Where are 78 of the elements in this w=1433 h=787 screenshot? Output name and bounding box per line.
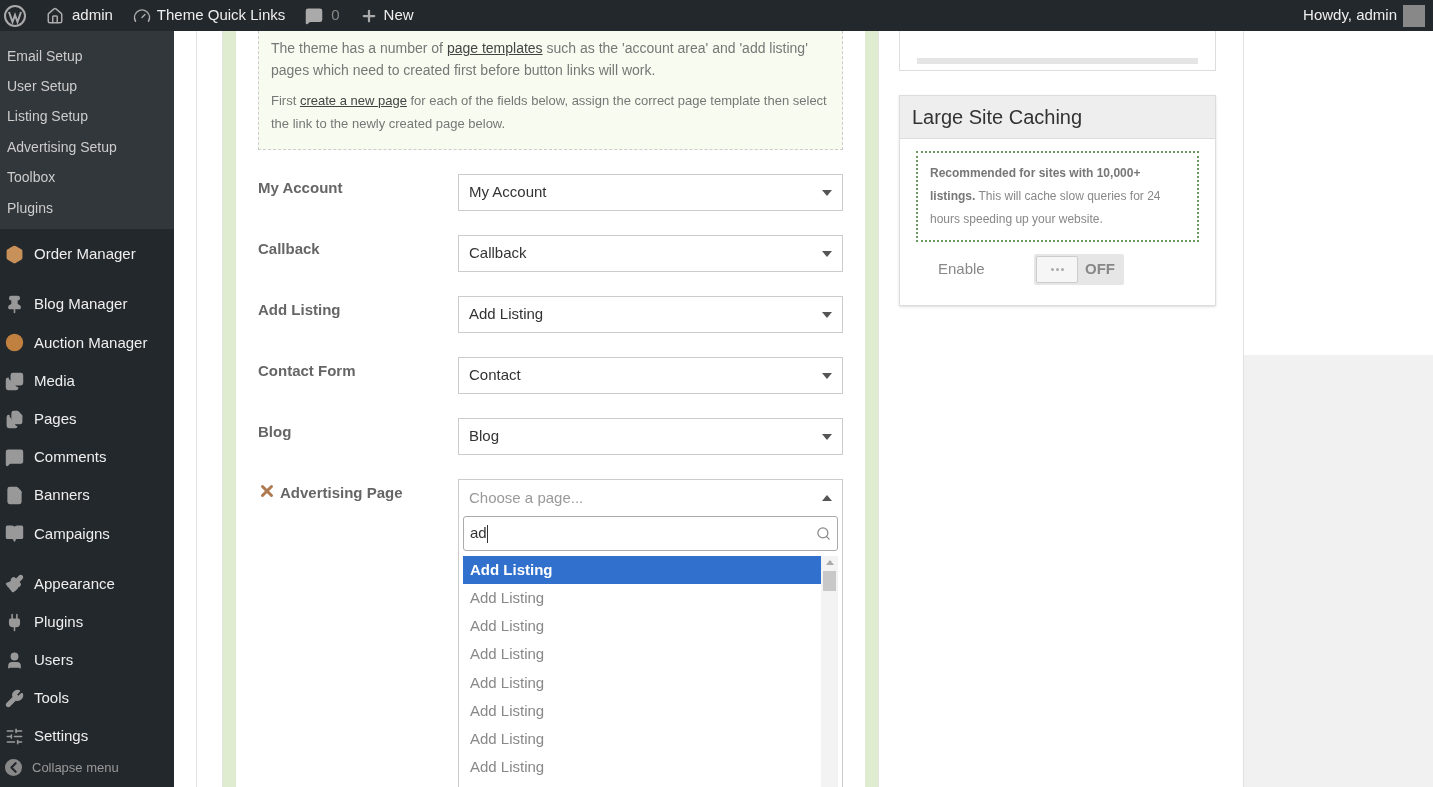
paintbrush-icon	[5, 574, 24, 594]
menu-item[interactable]: Order Manager	[0, 235, 174, 274]
page-select[interactable]: Blog	[458, 418, 843, 455]
dropdown-option[interactable]: Add Listing	[463, 696, 821, 726]
scrollbar-thumb[interactable]	[823, 571, 836, 591]
book-icon	[5, 524, 24, 544]
caching-note: Recommended for sites with 10,000+ listings. This will cache slow queries for 24 hours speeding up your website.	[916, 151, 1199, 242]
menu-item[interactable]: Settings	[0, 717, 174, 756]
submenu-item[interactable]: Email Setup	[0, 41, 174, 72]
notice-text: The theme has a number of page templates such as the 'account area' and 'add listing' pages which need to created first before button links will work.	[271, 39, 809, 80]
menu-item[interactable]: Banners	[0, 476, 174, 515]
notice-link[interactable]: page templates	[446, 40, 543, 56]
search-icon	[816, 526, 831, 541]
submenu-item[interactable]: User Setup	[0, 71, 174, 102]
submenu-item[interactable]: Toolbox	[0, 162, 174, 193]
caret-down-icon	[822, 189, 832, 196]
dropdown-option[interactable]: Add Listing	[463, 612, 821, 641]
field-label: My Account	[258, 178, 343, 198]
menu-item[interactable]: Appearance	[0, 564, 174, 604]
new-link[interactable]: New	[383, 4, 414, 27]
field-label: Add Listing	[258, 300, 341, 320]
speech-bubble-icon[interactable]	[305, 6, 324, 25]
sliders-icon	[5, 727, 24, 747]
caret-down-icon	[822, 311, 832, 318]
menu-item[interactable]: Tools	[0, 679, 174, 718]
caret-up-icon	[822, 495, 832, 501]
menu-item[interactable]: Blog Manager	[0, 285, 174, 324]
pin-icon	[5, 295, 24, 315]
pages-icon	[5, 409, 24, 429]
dropdown-option[interactable]: Add Listing	[463, 753, 821, 782]
search-field[interactable]: ad	[463, 516, 838, 551]
comment-count[interactable]: 0	[331, 4, 340, 27]
submenu-item[interactable]: Advertising Setup	[0, 132, 174, 163]
wrench-icon	[5, 689, 24, 708]
field-label: Advertising Page	[280, 483, 403, 503]
notice-link[interactable]: create a new page	[299, 93, 407, 108]
caret-down-icon	[822, 250, 832, 257]
page-select[interactable]: Callback	[458, 235, 843, 272]
images-icon	[5, 371, 24, 391]
logo-icon[interactable]	[4, 4, 26, 27]
dropdown-option[interactable]: Add Listing	[463, 584, 821, 613]
home-icon[interactable]	[46, 6, 64, 25]
site-link[interactable]: admin	[72, 4, 113, 27]
menu-item[interactable]: Auction Manager	[0, 323, 174, 362]
field-label: Contact Form	[258, 361, 356, 381]
enable-label: Enable	[938, 259, 986, 280]
page-select[interactable]: My Account	[458, 174, 843, 211]
collapse-menu-button[interactable]: Collapse menu	[0, 757, 174, 778]
quick-links-link[interactable]: Theme Quick Links	[156, 4, 286, 27]
user-icon	[5, 650, 24, 670]
menu-item[interactable]: Pages	[0, 400, 174, 439]
gauge-icon[interactable]	[132, 6, 151, 25]
greeting-link[interactable]: Howdy, admin	[1303, 4, 1397, 27]
caret-down-icon	[822, 372, 832, 379]
menu-item[interactable]: Users	[0, 641, 174, 680]
speech-bubble-icon	[5, 447, 24, 467]
menu-item[interactable]: Media	[0, 361, 174, 401]
menu-item[interactable]: Campaigns	[0, 514, 174, 553]
menu-item[interactable]: Comments	[0, 438, 174, 477]
field-label: Callback	[258, 239, 320, 259]
submenu-item[interactable]: Plugins	[0, 192, 174, 224]
dropdown-option[interactable]: Add Listing	[463, 668, 821, 697]
dropdown-option[interactable]: Add Listing	[463, 725, 821, 754]
dropdown-option[interactable]: Add Listing	[463, 556, 821, 585]
card-title: Large Site Caching	[900, 96, 1215, 139]
avatar-icon[interactable]	[1403, 4, 1425, 27]
dropdown-option[interactable]: Add Listing	[463, 640, 821, 669]
scrollbar[interactable]	[821, 556, 838, 787]
submenu-item[interactable]: Listing Setup	[0, 101, 174, 133]
chevron-left-icon	[5, 759, 22, 777]
toggle-knob	[1036, 256, 1078, 283]
caret-down-icon	[822, 433, 832, 440]
field-label: Blog	[258, 422, 292, 442]
document-icon	[5, 486, 24, 506]
page-select[interactable]: Add Listing	[458, 296, 843, 333]
page-select[interactable]: Contact	[458, 357, 843, 394]
notice-text: First create a new page for each of the fields below, assign the correct page template then select the link to the newly created page below.	[271, 92, 828, 133]
menu-item[interactable]: Plugins	[0, 603, 174, 642]
